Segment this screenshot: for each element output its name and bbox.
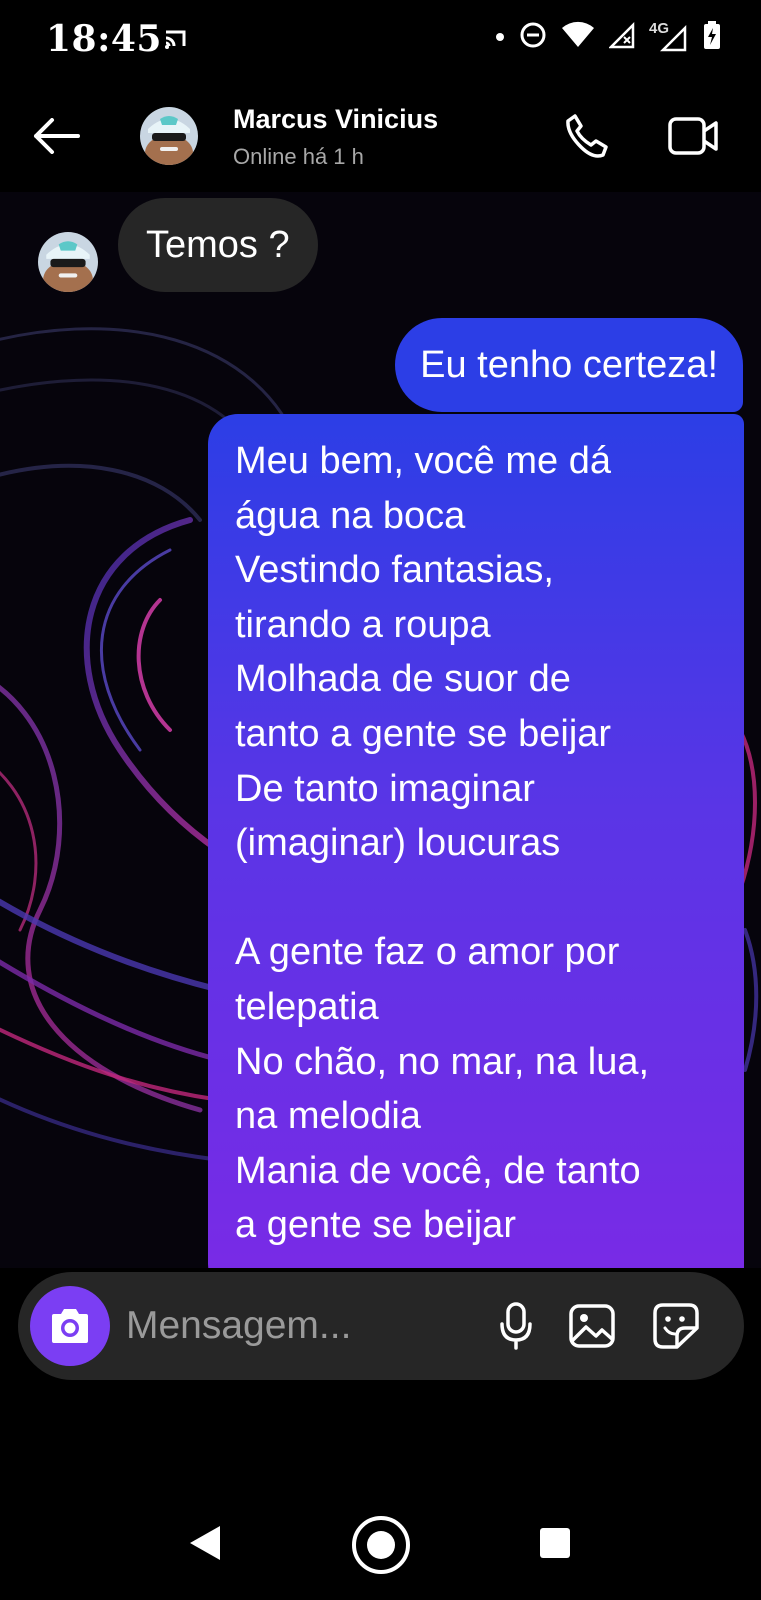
nav-home-button[interactable] [350,1514,412,1576]
incoming-message-bubble[interactable]: Temos ? [118,198,318,292]
message-line [235,871,726,926]
microphone-icon [500,1302,532,1350]
message-line: telepatia [235,985,379,1028]
voice-call-button[interactable] [558,108,614,164]
home-circle-icon [352,1516,410,1574]
back-arrow-icon [34,118,80,154]
message-line: A gente faz o amor por [235,931,620,974]
contact-avatar[interactable] [140,107,198,165]
message-line: De tanto imaginar [235,767,535,810]
back-button[interactable] [28,108,84,164]
notification-dot-icon [495,29,505,47]
sticker-button[interactable] [648,1298,704,1354]
outgoing-message-bubble[interactable]: Meu bem, você me dá água na boca Vestind… [208,414,744,1294]
message-input[interactable] [126,1300,466,1352]
contact-status: Online há 1 h [233,144,364,169]
contact-name[interactable]: Marcus Vinicius [233,104,438,135]
status-time: 18:45 [46,18,162,60]
message-line: Meu bem, você me dá [235,440,611,482]
gallery-button[interactable] [564,1298,620,1354]
recents-square-icon [540,1528,570,1558]
video-call-button[interactable] [664,108,724,164]
message-line: tirando a roupa [235,603,491,646]
nav-back-button[interactable] [180,1518,230,1568]
battery-charging-icon [703,20,721,55]
outgoing-message-bubble[interactable]: Eu tenho certeza! [395,318,743,412]
triangle-back-icon [190,1526,220,1560]
signal-no-data-icon [607,21,635,54]
message-composer [18,1272,744,1380]
message-line: Molhada de suor de [235,658,571,701]
message-line: na melodia [235,1095,421,1138]
cast-icon [162,24,192,59]
status-bar: 18:45 4G [0,0,761,80]
message-line: (imaginar) loucuras [235,822,561,865]
voice-message-button[interactable] [488,1298,544,1354]
message-line: Vestindo fantasias, [235,549,554,592]
chat-header: Marcus Vinicius Online há 1 h [0,80,761,192]
message-line: água na boca [235,494,466,537]
message-line: a gente se beijar [235,1204,516,1247]
message-line: Mania de você, de tanto [235,1149,641,1192]
message-sender-avatar[interactable] [38,232,98,292]
nav-recents-button[interactable] [530,1518,580,1568]
phone-icon [566,114,608,158]
message-line: No chão, no mar, na lua, [235,1040,650,1083]
sticker-icon [653,1303,699,1349]
signal-4g-icon: 4G [649,20,689,52]
camera-button[interactable] [30,1286,110,1366]
message-line: tanto a gente se beijar [235,712,612,755]
do-not-disturb-icon [519,21,547,54]
video-camera-icon [668,117,718,155]
wifi-icon [561,21,595,54]
system-navigation-bar [0,1490,761,1600]
camera-icon [52,1309,88,1343]
gallery-icon [569,1304,615,1348]
